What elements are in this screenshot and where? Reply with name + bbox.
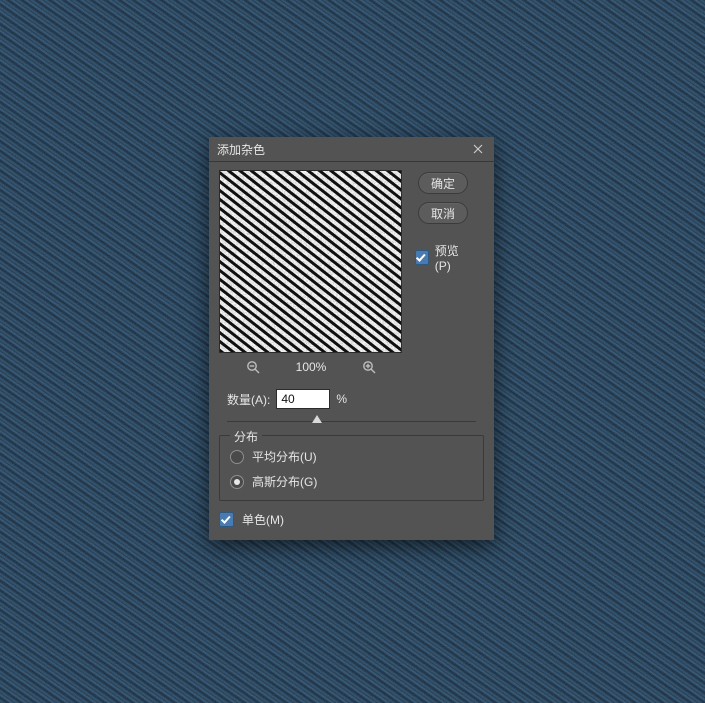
zoom-level: 100% — [291, 360, 331, 374]
preview-checkbox[interactable] — [415, 250, 429, 265]
close-icon — [472, 143, 484, 155]
distribution-uniform-radio[interactable] — [230, 450, 244, 464]
zoom-in-button[interactable] — [361, 359, 377, 375]
cancel-button[interactable]: 取消 — [418, 202, 468, 224]
amount-row: 数量(A): % — [219, 389, 484, 409]
zoom-out-icon — [246, 360, 260, 374]
dialog-title: 添加杂色 — [217, 141, 470, 158]
distribution-gaussian-radio[interactable] — [230, 475, 244, 489]
distribution-group: 分布 平均分布(U) 高斯分布(G) — [219, 435, 484, 501]
preview-checkbox-label: 预览(P) — [435, 242, 471, 273]
amount-input[interactable] — [276, 389, 330, 409]
distribution-uniform-label: 平均分布(U) — [252, 448, 317, 465]
monochrome-checkbox[interactable] — [219, 512, 234, 527]
monochrome-label: 单色(M) — [242, 511, 284, 528]
close-button[interactable] — [470, 141, 486, 157]
add-noise-dialog: 添加杂色 — [209, 137, 494, 540]
dialog-body: 100% 确定 取消 预览(P) 数量(A): % — [209, 162, 494, 540]
distribution-legend: 分布 — [230, 428, 262, 445]
zoom-in-icon — [362, 360, 376, 374]
slider-track — [227, 421, 476, 422]
distribution-gaussian-row[interactable]: 高斯分布(G) — [230, 473, 473, 490]
zoom-out-button[interactable] — [245, 359, 261, 375]
amount-label: 数量(A): — [227, 391, 270, 408]
zoom-controls: 100% — [219, 359, 403, 375]
monochrome-row[interactable]: 单色(M) — [219, 511, 484, 528]
amount-slider[interactable] — [227, 413, 476, 427]
ok-button[interactable]: 确定 — [418, 172, 468, 194]
dialog-button-column: 确定 取消 预览(P) — [415, 170, 471, 273]
distribution-gaussian-label: 高斯分布(G) — [252, 473, 317, 490]
slider-thumb[interactable] — [312, 415, 322, 423]
preview-image[interactable] — [219, 170, 402, 353]
amount-unit: % — [336, 392, 347, 406]
preview-checkbox-row[interactable]: 预览(P) — [415, 242, 471, 273]
dialog-titlebar[interactable]: 添加杂色 — [209, 137, 494, 162]
distribution-uniform-row[interactable]: 平均分布(U) — [230, 448, 473, 465]
